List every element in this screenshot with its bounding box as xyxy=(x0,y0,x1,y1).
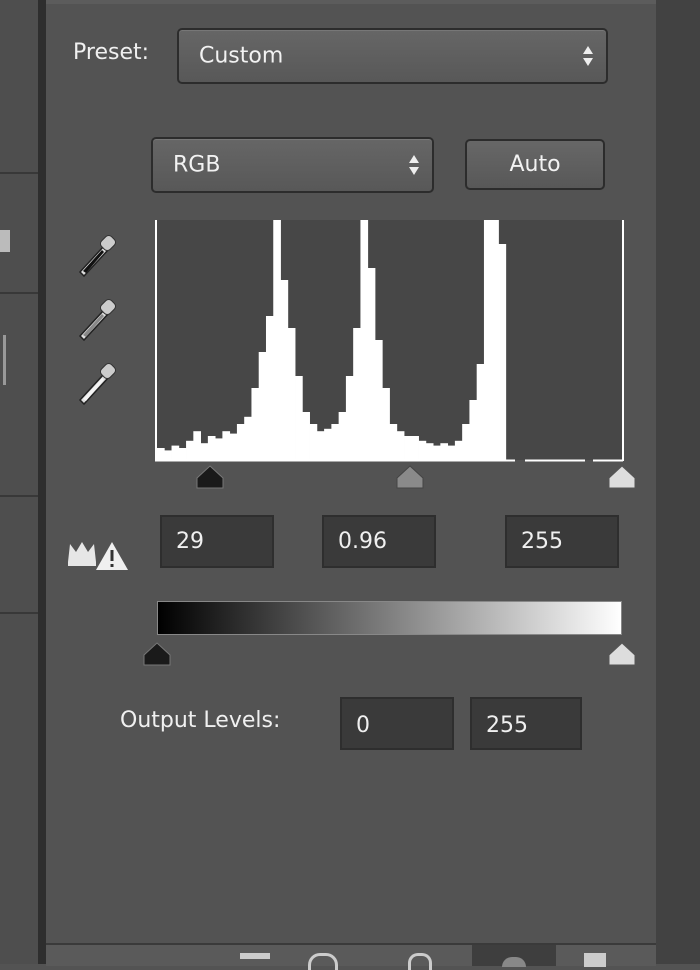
histogram-bar xyxy=(462,424,470,460)
input-gamma-field[interactable]: 0.96 xyxy=(322,515,436,568)
histogram-bar xyxy=(367,268,376,460)
auto-button[interactable]: Auto xyxy=(465,139,605,190)
white-point-eyedropper-icon[interactable] xyxy=(74,356,124,406)
histogram-bar xyxy=(396,431,405,460)
histogram-bar xyxy=(331,424,340,460)
input-white-field[interactable]: 255 xyxy=(505,515,619,568)
preset-select[interactable]: Custom xyxy=(177,28,608,84)
histogram-bar xyxy=(171,445,180,460)
histogram-bar xyxy=(302,412,310,460)
histogram-bar xyxy=(178,448,187,460)
histogram-bar xyxy=(374,340,383,460)
output-gradient-bar xyxy=(157,601,622,635)
histogram-bar xyxy=(200,443,209,460)
histogram-bar xyxy=(389,424,398,460)
preset-value: Custom xyxy=(199,43,284,69)
histogram-bar xyxy=(382,388,390,460)
histogram-bar xyxy=(316,431,325,460)
histogram-bar xyxy=(207,436,216,460)
histogram-bar xyxy=(433,445,441,460)
output-white-slider[interactable] xyxy=(607,642,637,666)
input-black-field[interactable]: 29 xyxy=(160,515,274,568)
gray-point-eyedropper-icon[interactable] xyxy=(74,292,124,342)
histogram-bar xyxy=(265,316,274,460)
histogram-bar xyxy=(244,416,252,460)
histogram-bar xyxy=(404,436,412,460)
histogram-bar xyxy=(338,412,347,460)
view-previous-state-icon[interactable] xyxy=(308,953,338,970)
histogram-bar xyxy=(498,244,507,460)
histogram-bar xyxy=(425,443,434,460)
histogram-bar xyxy=(454,440,463,460)
histogram-bar xyxy=(324,428,332,460)
histogram-bar xyxy=(360,220,369,460)
trash-icon[interactable] xyxy=(584,953,606,967)
histogram-bar xyxy=(476,364,485,460)
histogram-bar xyxy=(251,388,260,460)
histogram-bar xyxy=(411,436,419,460)
panel-divider xyxy=(0,612,38,614)
input-white-slider[interactable] xyxy=(607,465,637,489)
histogram-bar xyxy=(164,450,172,460)
histogram xyxy=(155,220,625,462)
input-black-slider[interactable] xyxy=(195,465,225,489)
output-black-slider[interactable] xyxy=(142,642,172,666)
histogram-bar xyxy=(229,433,238,460)
right-dock-strip xyxy=(656,0,700,964)
clipping-warning-icon[interactable] xyxy=(66,536,130,574)
histogram-bar xyxy=(193,431,201,460)
preset-label: Preset: xyxy=(73,40,150,65)
histogram-bar xyxy=(280,280,289,460)
channel-value: RGB xyxy=(173,152,221,178)
histogram-bar xyxy=(258,352,267,460)
histogram-bar xyxy=(186,440,194,460)
histogram-bar xyxy=(309,424,318,460)
up-down-arrows-icon xyxy=(583,46,593,66)
tool-icon[interactable] xyxy=(3,335,6,385)
output-white-field[interactable]: 255 xyxy=(470,697,582,750)
histogram-bar xyxy=(483,220,492,460)
histogram-bar xyxy=(353,328,361,460)
histogram-bar xyxy=(157,448,165,460)
reset-icon[interactable] xyxy=(408,953,432,970)
histogram-bar xyxy=(345,376,354,460)
histogram-bar xyxy=(418,440,427,460)
channel-select[interactable]: RGB xyxy=(151,137,434,193)
panel-divider xyxy=(0,292,38,294)
up-down-arrows-icon xyxy=(409,155,419,175)
panel-divider xyxy=(0,172,38,174)
panel-top-edge xyxy=(46,0,656,4)
tools-panel-strip xyxy=(0,0,38,964)
histogram-bar xyxy=(295,376,303,460)
histogram-bar xyxy=(236,424,245,460)
histogram-bar xyxy=(447,445,456,460)
histogram-bar xyxy=(440,443,449,460)
histogram-bar xyxy=(273,220,281,460)
panel-divider xyxy=(0,495,38,497)
histogram-bar xyxy=(469,400,478,460)
histogram-bar xyxy=(215,438,223,460)
clip-to-layer-icon[interactable] xyxy=(240,953,270,959)
tool-icon[interactable] xyxy=(0,230,10,252)
panel-bottom-toolbar xyxy=(46,943,656,970)
output-black-field[interactable]: 0 xyxy=(340,697,454,750)
histogram-bar xyxy=(287,328,296,460)
input-gamma-slider[interactable] xyxy=(395,465,425,489)
histogram-bar xyxy=(222,431,231,460)
output-levels-label: Output Levels: xyxy=(120,708,281,733)
panel-separator xyxy=(38,0,46,964)
black-point-eyedropper-icon[interactable] xyxy=(74,228,124,278)
visibility-icon[interactable] xyxy=(502,957,526,967)
histogram-bar xyxy=(491,220,499,460)
